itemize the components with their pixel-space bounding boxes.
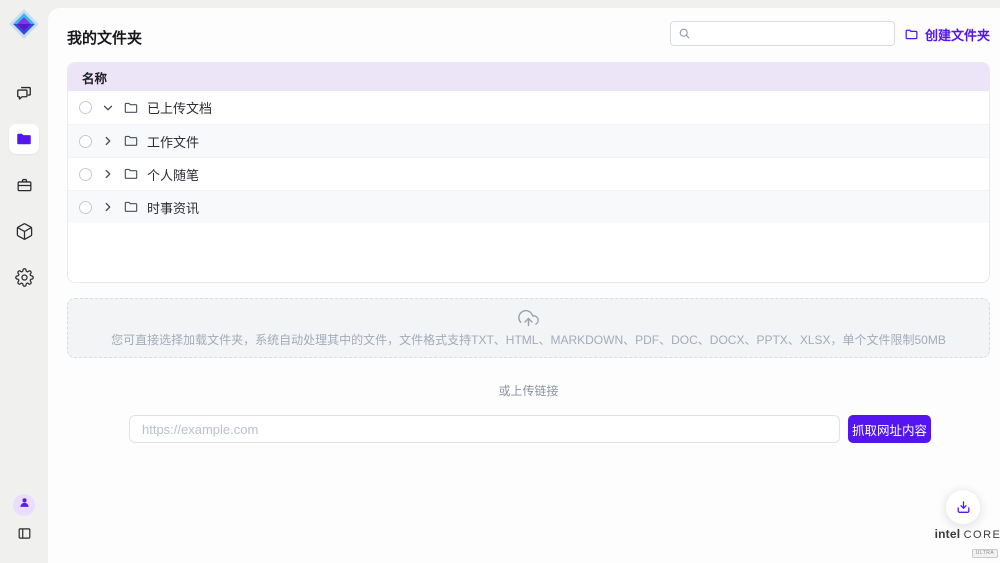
search-box[interactable] [670, 21, 895, 46]
folder-name: 个人随笔 [147, 165, 199, 184]
folder-row[interactable]: 工作文件 [68, 124, 989, 157]
folder-icon [123, 133, 139, 149]
row-checkbox[interactable] [79, 135, 92, 148]
folder-name: 时事资讯 [147, 198, 199, 217]
chevron-icon[interactable] [101, 167, 115, 181]
sidebar-item-folders[interactable] [9, 124, 39, 154]
folder-row[interactable]: 时事资讯 [68, 190, 989, 223]
table-header: 名称 [68, 63, 989, 91]
chevron-icon[interactable] [101, 101, 115, 115]
user-avatar[interactable] [13, 494, 35, 516]
upload-dropzone[interactable]: 您可直接选择加载文件夹，系统自动处理其中的文件，文件格式支持TXT、HTML、M… [67, 298, 990, 358]
chevron-icon[interactable] [101, 200, 115, 214]
gear-icon [15, 268, 34, 287]
collapse-sidebar-button[interactable] [16, 525, 33, 547]
row-checkbox[interactable] [79, 168, 92, 181]
app-logo-icon [8, 8, 40, 40]
create-folder-button[interactable]: 创建文件夹 [904, 25, 990, 43]
folder-list-card: 名称 已上传文档 工作文件 [67, 62, 990, 283]
upload-hint-text: 您可直接选择加载文件夹，系统自动处理其中的文件，文件格式支持TXT、HTML、M… [111, 331, 946, 348]
row-checkbox[interactable] [79, 101, 92, 114]
main-panel: 我的文件夹 创建文件夹 名称 [48, 8, 1000, 563]
or-upload-link-label: 或上传链接 [67, 382, 990, 399]
sidebar-nav [9, 78, 39, 292]
sidebar [0, 0, 48, 563]
folder-row[interactable]: 已上传文档 [68, 91, 989, 124]
folder-icon [15, 130, 33, 148]
download-button[interactable] [945, 489, 981, 525]
upload-cloud-icon [518, 308, 539, 329]
intel-core-logo: intel core ultra [928, 527, 1000, 559]
intel-ultra-badge: ultra [972, 549, 999, 558]
sidebar-item-toolbox[interactable] [9, 170, 39, 200]
row-checkbox[interactable] [79, 201, 92, 214]
page-title: 我的文件夹 [67, 27, 142, 48]
collapse-panel-icon [16, 525, 33, 547]
folder-name: 工作文件 [147, 132, 199, 151]
sidebar-footer [13, 494, 35, 547]
cube-icon [15, 222, 34, 241]
folder-row[interactable]: 个人随笔 [68, 157, 989, 190]
download-icon [955, 499, 972, 516]
fetch-url-button[interactable]: 抓取网址内容 [848, 415, 931, 443]
folder-name: 已上传文档 [147, 98, 212, 117]
name-column-header: 名称 [82, 68, 107, 87]
folder-icon [123, 199, 139, 215]
folder-icon [123, 100, 139, 116]
chat-icon [14, 83, 34, 103]
sidebar-item-models[interactable] [9, 216, 39, 246]
intel-core-text: intel core [928, 527, 1000, 541]
folder-icon [123, 166, 139, 182]
sidebar-item-settings[interactable] [9, 262, 39, 292]
create-folder-label: 创建文件夹 [925, 25, 990, 44]
briefcase-icon [15, 176, 34, 195]
create-folder-icon [904, 27, 919, 42]
search-icon [678, 27, 691, 40]
sidebar-item-chat[interactable] [9, 78, 39, 108]
url-input[interactable] [129, 415, 840, 443]
folder-rows: 已上传文档 工作文件 个人随笔 [68, 91, 989, 223]
chevron-icon[interactable] [101, 134, 115, 148]
user-avatar-icon [18, 496, 31, 514]
search-input[interactable] [697, 27, 887, 41]
